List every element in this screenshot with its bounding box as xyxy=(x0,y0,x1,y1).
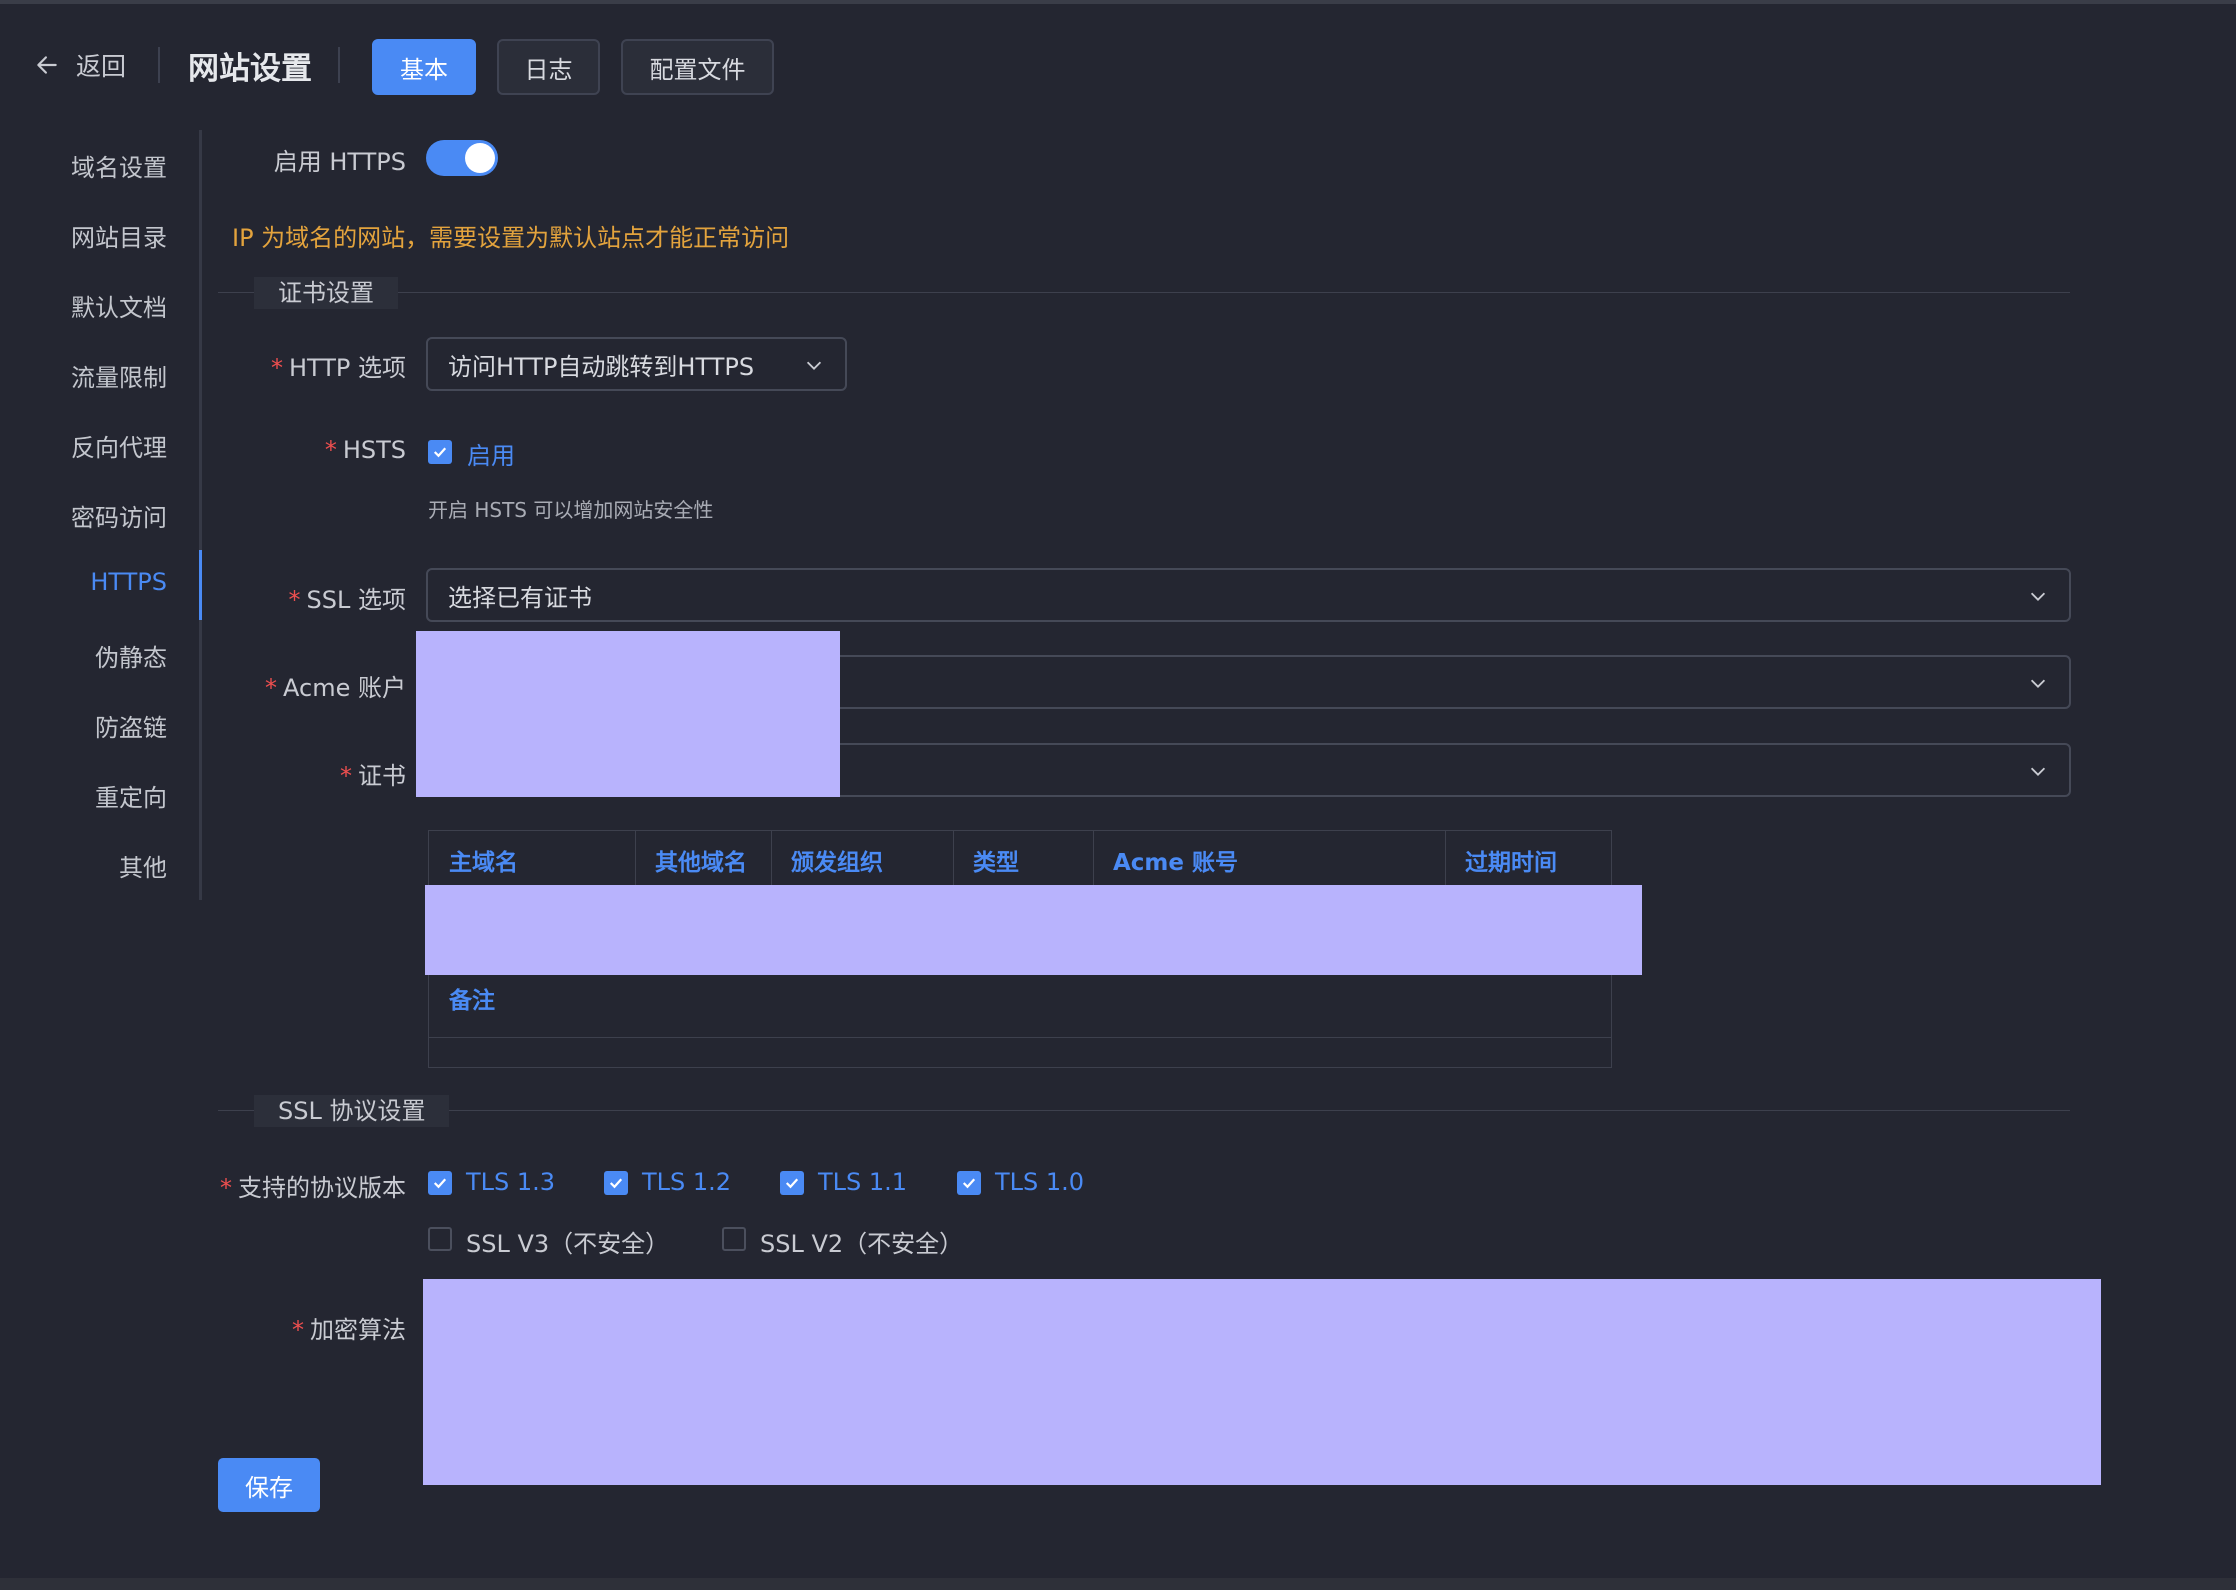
ssl-option-label: * SSL 选项 xyxy=(288,586,406,614)
hsts-checkbox[interactable] xyxy=(428,440,452,464)
cert-section-title: 证书设置 xyxy=(254,277,398,309)
http-option-select[interactable]: 访问HTTP自动跳转到HTTPS xyxy=(426,337,847,391)
redacted-region xyxy=(416,631,840,797)
tab-basic[interactable]: 基本 xyxy=(372,39,476,95)
sslv3-checkbox[interactable] xyxy=(428,1227,452,1251)
sidebar-item-redirect[interactable]: 重定向 xyxy=(95,778,167,813)
back-button[interactable]: 返回 xyxy=(34,48,126,82)
sslv2-checkbox[interactable] xyxy=(722,1227,746,1251)
ssl-section-divider xyxy=(218,1110,2070,1111)
acme-account-label: * Acme 账户 xyxy=(265,674,406,702)
chevron-down-icon xyxy=(2030,679,2046,688)
toggle-knob xyxy=(465,143,495,173)
cert-section-divider xyxy=(218,292,2070,293)
chevron-down-icon xyxy=(806,361,822,370)
table-header-remark: 备注 xyxy=(449,988,495,1014)
http-option-label: * HTTP 选项 xyxy=(270,354,406,382)
chevron-down-icon xyxy=(2030,592,2046,601)
sidebar-active-indicator xyxy=(199,550,202,620)
check-icon xyxy=(609,1178,623,1189)
hsts-checkbox-label[interactable]: 启用 xyxy=(467,436,515,471)
header-divider xyxy=(338,47,340,83)
sidebar-item-rewrite[interactable]: 伪静态 xyxy=(95,638,167,673)
tls12-checkbox[interactable] xyxy=(604,1171,628,1195)
sslv3-label[interactable]: SSL V3（不安全） xyxy=(466,1224,669,1259)
redacted-region xyxy=(425,885,1642,975)
tls13-checkbox[interactable] xyxy=(428,1171,452,1195)
window-top-border xyxy=(0,0,2236,4)
tls11-checkbox[interactable] xyxy=(780,1171,804,1195)
sidebar-item-hotlink-protection[interactable]: 防盗链 xyxy=(95,708,167,743)
sidebar-item-domain[interactable]: 域名设置 xyxy=(71,148,167,183)
cipher-label: * 加密算法 xyxy=(292,1316,406,1344)
protocols-label: * 支持的协议版本 xyxy=(220,1174,406,1202)
check-icon xyxy=(962,1178,976,1189)
https-toggle[interactable] xyxy=(426,140,498,176)
sidebar-item-traffic-limit[interactable]: 流量限制 xyxy=(71,358,167,393)
page-title: 网站设置 xyxy=(188,51,312,87)
back-label: 返回 xyxy=(76,52,127,81)
tab-logs[interactable]: 日志 xyxy=(497,39,600,95)
sidebar-rail xyxy=(199,130,202,900)
tls13-label[interactable]: TLS 1.3 xyxy=(466,1168,555,1196)
window-bottom-border xyxy=(0,1578,2236,1590)
ssl-option-value: 选择已有证书 xyxy=(448,583,592,612)
check-icon xyxy=(433,447,447,458)
chevron-down-icon xyxy=(2030,767,2046,776)
sidebar-item-password-access[interactable]: 密码访问 xyxy=(71,498,167,533)
sidebar-item-site-directory[interactable]: 网站目录 xyxy=(71,218,167,253)
sidebar-item-https[interactable]: HTTPS xyxy=(90,568,167,596)
save-button[interactable]: 保存 xyxy=(218,1458,320,1512)
arrow-left-icon xyxy=(37,56,57,74)
tls12-label[interactable]: TLS 1.2 xyxy=(642,1168,731,1196)
ssl-section-title: SSL 协议设置 xyxy=(254,1095,450,1127)
ssl-option-select[interactable]: 选择已有证书 xyxy=(426,568,2071,622)
check-icon xyxy=(785,1178,799,1189)
enable-https-label: 启用 HTTPS xyxy=(273,148,406,176)
hsts-hint: 开启 HSTS 可以增加网站安全性 xyxy=(428,498,714,522)
tab-config-file[interactable]: 配置文件 xyxy=(621,39,774,95)
tls10-label[interactable]: TLS 1.0 xyxy=(995,1168,1084,1196)
ip-domain-warning: IP 为域名的网站，需要设置为默认站点才能正常访问 xyxy=(232,224,790,252)
redacted-region xyxy=(423,1279,2101,1485)
sidebar-item-default-document[interactable]: 默认文档 xyxy=(71,288,167,323)
http-option-value: 访问HTTP自动跳转到HTTPS xyxy=(448,352,755,381)
tls11-label[interactable]: TLS 1.1 xyxy=(818,1168,907,1196)
sidebar-item-reverse-proxy[interactable]: 反向代理 xyxy=(71,428,167,463)
check-icon xyxy=(433,1178,447,1189)
header-divider xyxy=(158,47,160,83)
tls10-checkbox[interactable] xyxy=(957,1171,981,1195)
sidebar-item-other[interactable]: 其他 xyxy=(119,848,167,883)
settings-sidebar: 域名设置 网站目录 默认文档 流量限制 反向代理 密码访问 HTTPS 伪静态 … xyxy=(0,130,202,900)
table-row-divider xyxy=(429,1037,1611,1038)
sslv2-label[interactable]: SSL V2（不安全） xyxy=(760,1224,963,1259)
hsts-label: * HSTS xyxy=(324,436,406,464)
certificate-label: * 证书 xyxy=(340,762,406,790)
